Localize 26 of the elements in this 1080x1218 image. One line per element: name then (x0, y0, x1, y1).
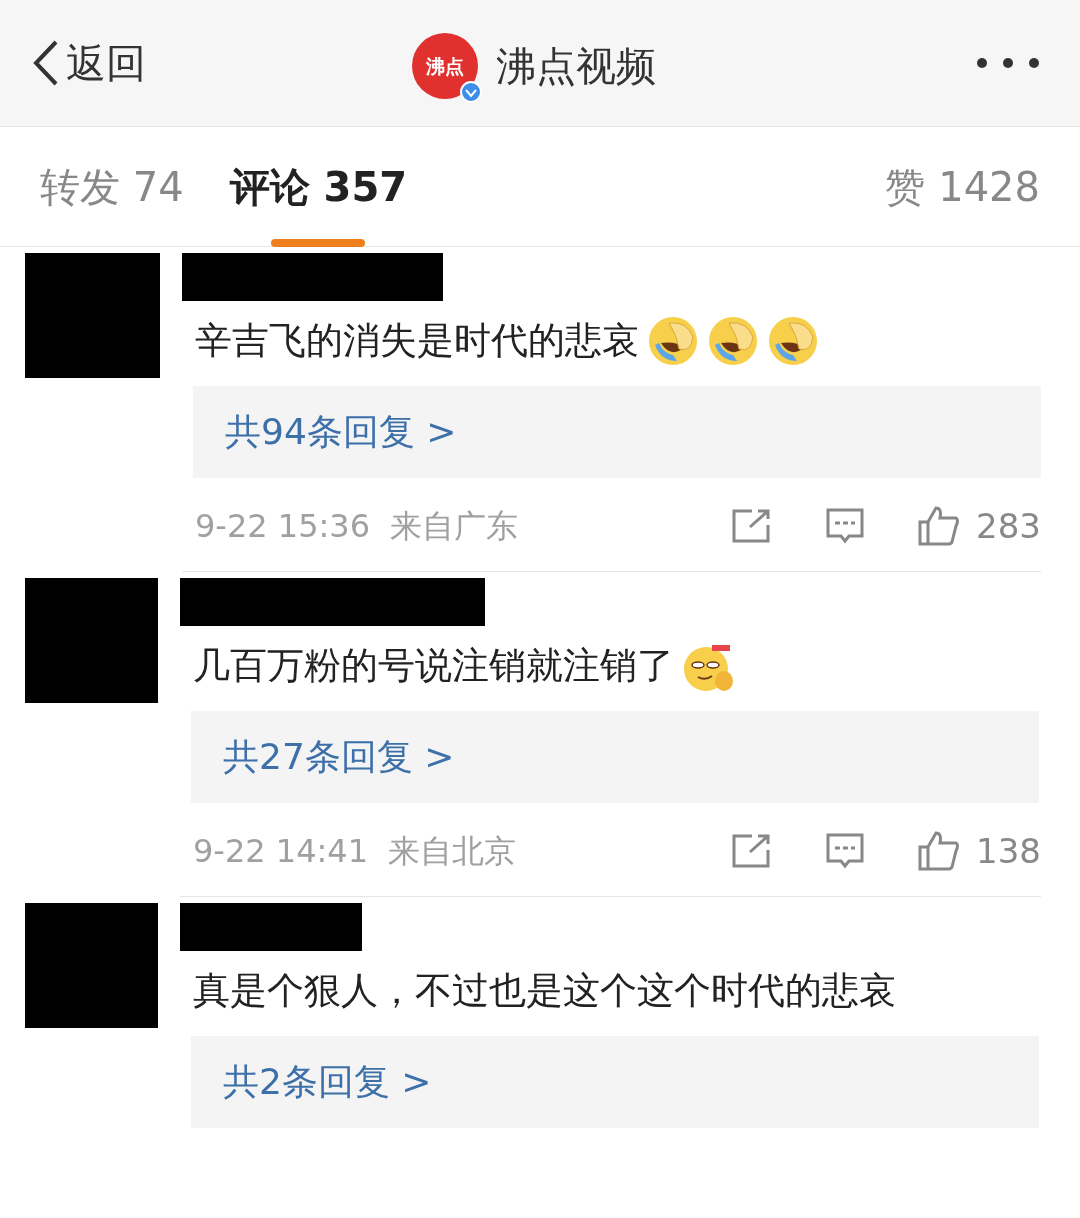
replies-link[interactable]: 共2条回复 > (191, 1036, 1039, 1128)
comment-text: 几百万粉的号说注销就注销了 (193, 643, 674, 690)
laughing-crying-emoji-icon (767, 315, 819, 367)
tab[interactable]: 评论 357 (229, 156, 408, 217)
comment-icon[interactable] (826, 833, 865, 869)
replies-link[interactable]: 共27条回复 > (191, 711, 1039, 803)
thumbs-up-icon[interactable] (918, 506, 961, 546)
comment-meta: 9-22 15:36 来自广东 (195, 506, 519, 547)
share-icon[interactable] (732, 834, 771, 868)
laughing-crying-emoji-icon (707, 315, 759, 367)
comment-text: 辛吉飞的消失是时代的悲哀 (195, 318, 639, 365)
thumbs-up-icon[interactable] (918, 831, 961, 871)
comment-icon[interactable] (826, 508, 865, 544)
comment-meta: 9-22 14:41 来自北京 (193, 831, 517, 872)
more-icon[interactable] (976, 57, 1040, 69)
account-name: 沸点视频 (496, 42, 656, 91)
likes-count[interactable]: 赞 1428 (885, 156, 1040, 217)
tab[interactable]: 转发 74 (40, 156, 184, 217)
back-button[interactable]: 返回 (30, 33, 146, 93)
logo-text: 沸点 (426, 53, 464, 79)
like-count: 283 (976, 504, 1041, 548)
share-icon[interactable] (732, 509, 771, 543)
replies-link[interactable]: 共94条回复 > (193, 386, 1041, 478)
laughing-crying-emoji-icon (647, 315, 699, 367)
comment-text: 真是个狠人，不过也是这个这个时代的悲哀 (193, 968, 896, 1015)
like-count: 138 (976, 829, 1041, 873)
